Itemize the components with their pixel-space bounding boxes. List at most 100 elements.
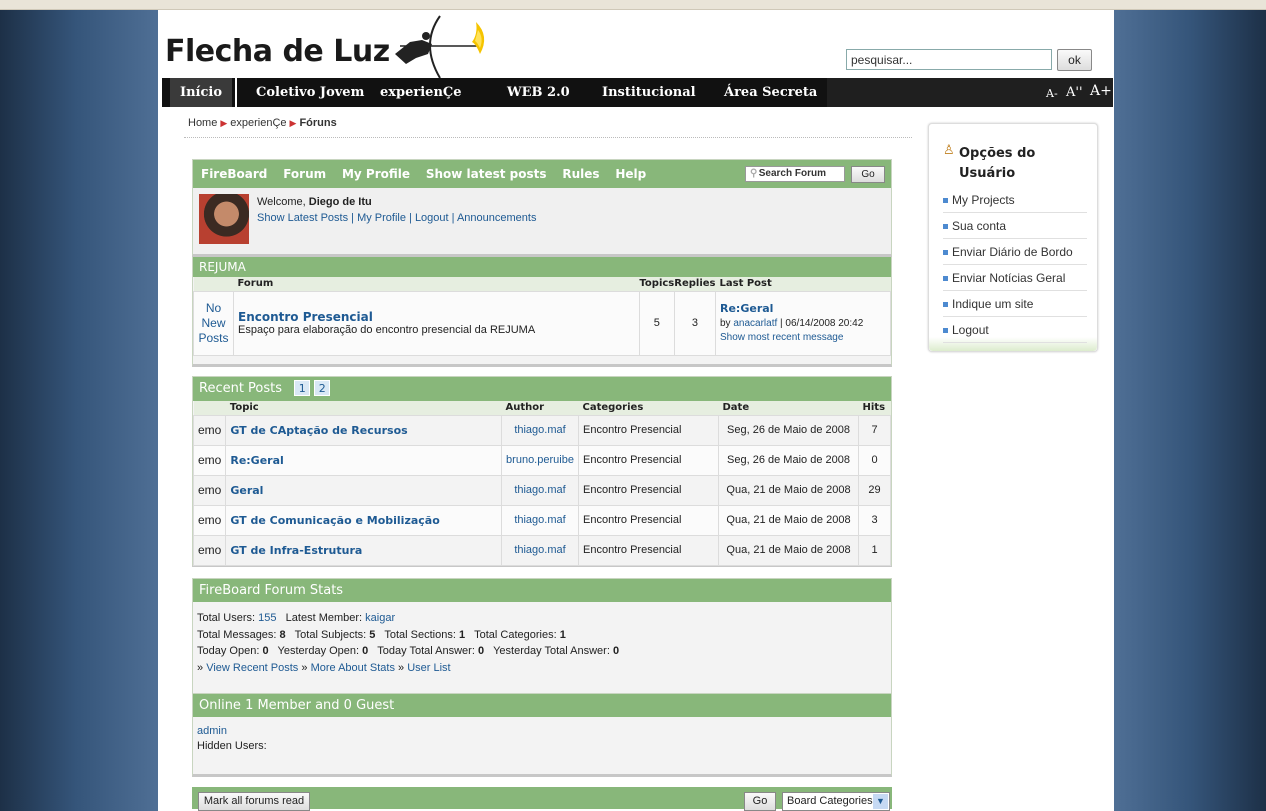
total-messages-value: 8 — [279, 628, 286, 641]
user-links[interactable]: Show Latest Posts | My Profile | Logout … — [257, 212, 536, 224]
total-categories-value: 1 — [559, 628, 566, 641]
total-sections-label: Total Sections: — [384, 628, 456, 641]
sidebar-item-logout[interactable]: Logout — [943, 317, 1087, 343]
author-link[interactable]: thiago.maf — [514, 514, 565, 526]
page-link-1[interactable]: 1 — [294, 380, 311, 396]
table-row: emo Geral thiago.maf Encontro Presencial… — [192, 474, 891, 506]
bullet-icon — [943, 198, 948, 204]
chevron-down-icon: ▼ — [873, 794, 888, 809]
col-categories: Categories — [578, 401, 719, 415]
online-member-link[interactable]: admin — [197, 725, 227, 737]
forum-search-input[interactable]: ⚲ Search Forum — [745, 166, 845, 182]
fb-link-my-profile[interactable]: My Profile — [342, 167, 410, 181]
nav-item-area-secreta[interactable]: Área Secreta — [714, 78, 827, 107]
user-icon: ♙ — [943, 142, 955, 157]
today-open-label: Today Open: — [197, 645, 260, 657]
welcome-prefix: Welcome, — [257, 196, 309, 208]
fireboard-brand[interactable]: FireBoard — [201, 167, 267, 181]
total-subjects-value: 5 — [369, 628, 376, 641]
recent-posts-block: Recent Posts 12 Topic Author Categories … — [192, 376, 892, 567]
emo-label: emo — [192, 414, 227, 446]
site-logo-text[interactable]: Flecha de Luz — [165, 34, 390, 69]
date-cell: Seg, 26 de Maio de 2008 — [718, 414, 859, 446]
author-link[interactable]: thiago.maf — [514, 484, 565, 496]
sidebar-item-enviar-noticias[interactable]: Enviar Notícias Geral — [943, 265, 1087, 291]
breadcrumb-section[interactable]: experienÇe — [230, 117, 286, 129]
view-recent-posts-link[interactable]: View Recent Posts — [206, 662, 298, 674]
welcome-text: Welcome, Diego de Itu — [257, 196, 372, 208]
last-post-cell: Re:Geral by anacarlatf | 06/14/2008 20:4… — [715, 290, 891, 356]
fb-link-rules[interactable]: Rules — [562, 167, 599, 181]
date-cell: Qua, 21 de Maio de 2008 — [718, 474, 859, 506]
user-list-link[interactable]: User List — [407, 662, 450, 674]
topic-link[interactable]: Re:Geral — [230, 454, 283, 467]
sidebar-item-indique-site[interactable]: Indique um site — [943, 291, 1087, 317]
site-search-button[interactable]: ok — [1057, 49, 1092, 71]
breadcrumb-home[interactable]: Home — [188, 117, 217, 129]
table-row: emo GT de Comunicação e Mobilização thia… — [192, 504, 891, 536]
fb-link-latest-posts[interactable]: Show latest posts — [426, 167, 547, 181]
yesterday-open-label: Yesterday Open: — [277, 645, 360, 657]
latest-member-link[interactable]: kaigar — [365, 612, 395, 624]
stats-line-2: Total Messages: 8 Total Subjects: 5 Tota… — [197, 627, 887, 644]
category-table: Forum Topics Replies Last Post No New Po… — [193, 277, 891, 356]
topic-link[interactable]: Geral — [230, 484, 263, 497]
sidebar-item-label: My Projects — [952, 193, 1015, 207]
author-link[interactable]: thiago.maf — [514, 544, 565, 556]
double-arrow-icon: » — [398, 661, 405, 674]
fb-link-forum[interactable]: Forum — [283, 167, 326, 181]
author-link[interactable]: bruno.peruibe — [506, 454, 574, 466]
fb-link-help[interactable]: Help — [615, 167, 646, 181]
bullet-icon — [943, 224, 948, 230]
category-title[interactable]: REJUMA — [193, 257, 891, 277]
search-icon: ⚲ — [750, 168, 758, 179]
font-decrease-button[interactable]: A- — [1046, 87, 1058, 100]
nav-item-coletivo-jovem[interactable]: Coletivo Jovem — [246, 78, 374, 107]
author-link[interactable]: thiago.maf — [514, 424, 565, 436]
fireboard-header: FireBoard Forum My Profile Show latest p… — [192, 159, 892, 257]
page-link-2[interactable]: 2 — [314, 380, 331, 396]
sidebar-item-my-projects[interactable]: My Projects — [943, 187, 1087, 213]
stats-title: FireBoard Forum Stats — [193, 579, 891, 602]
topic-link[interactable]: GT de Infra-Estrutura — [230, 544, 362, 557]
show-recent-message-link[interactable]: Show most recent message — [720, 332, 843, 343]
col-topic: Topic — [225, 401, 502, 415]
nav-item-inicio[interactable]: Início — [170, 78, 232, 107]
breadcrumb-current: Fóruns — [299, 117, 337, 129]
stats-links: » View Recent Posts » More About Stats »… — [197, 660, 887, 677]
font-increase-button[interactable]: A+ — [1090, 83, 1112, 99]
bullet-icon — [943, 302, 948, 308]
sidebar-item-enviar-diario[interactable]: Enviar Diário de Bordo — [943, 239, 1087, 265]
total-users-link[interactable]: 155 — [258, 612, 276, 624]
category-cell: Encontro Presencial — [578, 534, 719, 566]
col-hits: Hits — [858, 401, 891, 415]
col-replies: Replies — [674, 277, 716, 291]
site-search-input[interactable] — [846, 49, 1052, 70]
hits-cell: 7 — [858, 414, 891, 446]
online-block: Online 1 Member and 0 Guest admin Hidden… — [192, 693, 892, 777]
topic-link[interactable]: GT de Comunicação e Mobilização — [230, 514, 439, 527]
font-reset-button[interactable]: A'' — [1066, 85, 1083, 100]
topic-link[interactable]: GT de CAptação de Recursos — [230, 424, 407, 437]
more-about-stats-link[interactable]: More About Stats — [311, 662, 395, 674]
forum-link[interactable]: Encontro Presencial — [238, 310, 373, 324]
page-container: Flecha de Luz ok Início Coletivo Jovem e… — [160, 14, 1113, 811]
online-body: admin Hidden Users: — [193, 717, 891, 761]
col-author: Author — [501, 401, 579, 415]
nav-item-experience[interactable]: experienÇe — [370, 78, 472, 107]
last-post-author[interactable]: anacarlatf — [733, 318, 777, 329]
nav-item-web20[interactable]: WEB 2.0 — [497, 78, 580, 107]
total-messages-label: Total Messages: — [197, 628, 277, 641]
total-categories-label: Total Categories: — [474, 628, 557, 641]
today-answer-value: 0 — [477, 645, 485, 657]
col-topics: Topics — [639, 277, 675, 291]
archer-logo-icon — [395, 15, 485, 79]
sidebar-item-sua-conta[interactable]: Sua conta — [943, 213, 1087, 239]
online-title: Online 1 Member and 0 Guest — [193, 694, 891, 717]
emo-label: emo — [192, 444, 227, 476]
forum-search-go-button[interactable]: Go — [851, 166, 885, 183]
bullet-icon — [943, 250, 948, 256]
last-post-link[interactable]: Re:Geral — [720, 302, 773, 315]
hidden-users-label: Hidden Users: — [197, 740, 267, 752]
nav-item-institucional[interactable]: Institucional — [592, 78, 706, 107]
